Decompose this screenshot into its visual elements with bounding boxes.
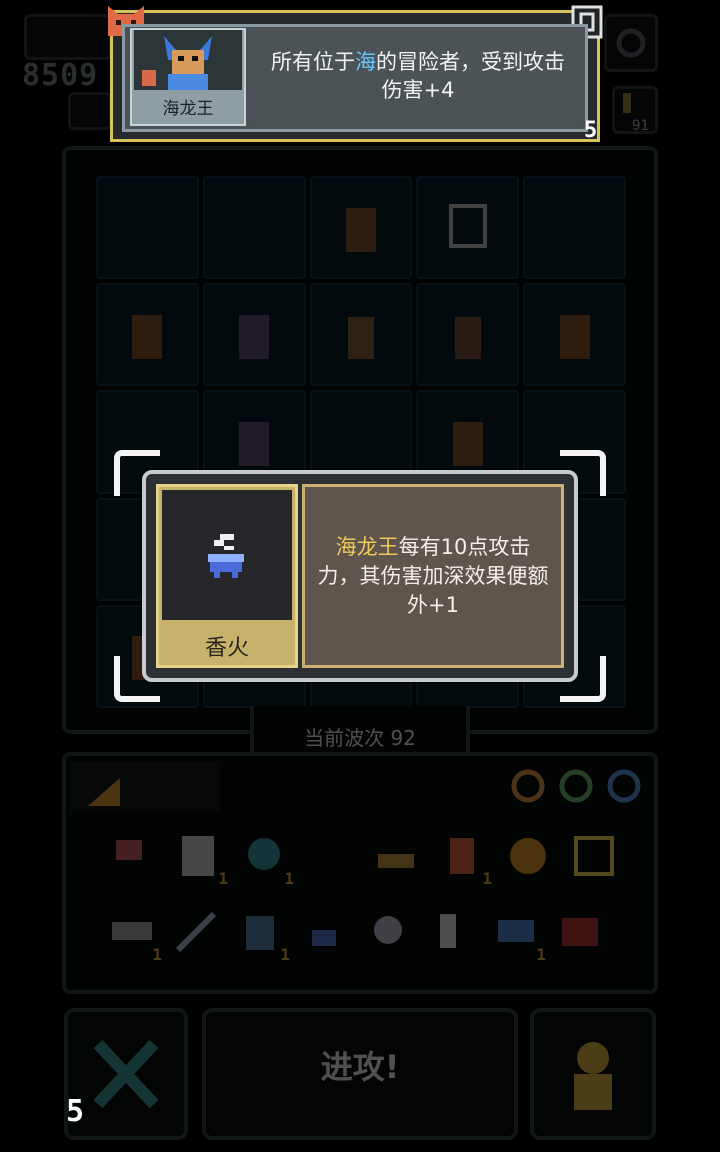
blue-orb-icon[interactable]: [604, 766, 644, 806]
gear-coin-icon: [510, 838, 546, 874]
keyword-hero: 海龙王: [335, 534, 399, 559]
board-cell[interactable]: [523, 283, 626, 387]
sea-dragon-icon: [239, 421, 270, 466]
anvil-icon: [112, 922, 152, 940]
score-counter: 8509: [22, 58, 99, 93]
wave-label: 当前波次 92: [304, 726, 416, 750]
hero-description: 所有位于海的冒险者，受到攻击伤害+4: [254, 30, 582, 122]
skull-icon: [374, 916, 402, 944]
inventory-item[interactable]: 1: [172, 830, 228, 888]
turns-left-badge: 5: [66, 1094, 85, 1129]
pawn-icon: [574, 1042, 612, 1110]
adventurer-icon: [454, 316, 481, 359]
close-icon: [93, 1039, 159, 1109]
board-cell[interactable]: [202, 176, 306, 280]
board-cell[interactable]: [416, 283, 520, 387]
green-orb-icon[interactable]: [556, 766, 596, 806]
board-cell[interactable]: [202, 283, 306, 387]
inventory-item[interactable]: 1: [490, 906, 546, 964]
sea-dragon-icon: [239, 314, 270, 359]
inventory-item[interactable]: [502, 830, 554, 882]
keyword-sea: 海: [355, 50, 376, 74]
board-cell[interactable]: [96, 283, 199, 387]
inventory-item[interactable]: [554, 906, 606, 958]
inventory-row-2: 1 1 1: [106, 906, 606, 964]
inventory-item[interactable]: [370, 830, 422, 882]
ship-icon: [378, 854, 414, 868]
inventory-item[interactable]: [170, 906, 222, 958]
hero-name: 海龙王: [162, 99, 214, 119]
board-cell[interactable]: [523, 176, 626, 280]
monster-icon: [132, 314, 163, 359]
item-description: 海龙王每有10点攻击力，其伤害加深效果便额外+1: [302, 484, 564, 668]
sword-icon: [175, 911, 217, 953]
inventory-tab[interactable]: [70, 762, 220, 812]
warrior-icon: [450, 838, 474, 874]
axe-icon: [116, 840, 142, 860]
inventory-item[interactable]: [568, 830, 620, 882]
fish-icon: [498, 920, 534, 942]
inventory-row-1: 1 1 1: [106, 830, 620, 888]
monster-icon: [559, 314, 590, 359]
red-orb-icon[interactable]: [508, 766, 548, 806]
warrior-icon: [347, 316, 374, 359]
inventory-item[interactable]: [298, 906, 350, 958]
chest-icon: [562, 918, 598, 946]
cheese-icon: [88, 778, 120, 806]
incense-icon: [208, 534, 244, 578]
monster-icon: [345, 207, 376, 252]
hero-portrait-slot[interactable]: [24, 14, 112, 60]
settings-button[interactable]: [604, 14, 658, 72]
skill-slot[interactable]: [68, 92, 112, 130]
hero-level-badge: 5: [584, 118, 598, 143]
pagoda-icon: [246, 916, 274, 950]
monster-icon: [452, 421, 483, 466]
board-cell[interactable]: [96, 176, 199, 280]
gear-icon: [616, 28, 646, 58]
remaining-count: 91: [632, 118, 649, 134]
scroll-icon: [182, 836, 214, 876]
board-cell[interactable]: [309, 283, 413, 387]
resource-orbs: [508, 766, 648, 808]
sea-dragon-king-icon: [134, 30, 242, 90]
inventory-item[interactable]: 1: [238, 830, 294, 888]
inventory-item[interactable]: [362, 906, 414, 958]
boot-icon: [440, 914, 456, 948]
attack-label: 进攻!: [320, 1048, 400, 1086]
inventory-item[interactable]: [426, 906, 478, 958]
totem-icon: [448, 203, 487, 248]
board-cell[interactable]: [416, 176, 520, 280]
inventory-item[interactable]: 1: [234, 906, 290, 964]
wings-icon: [574, 836, 614, 876]
attack-button[interactable]: 进攻!: [202, 1008, 518, 1140]
item-art: [162, 490, 292, 620]
inventory-item[interactable]: [106, 830, 158, 882]
character-button[interactable]: [530, 1008, 656, 1140]
incense-icon: [312, 930, 336, 946]
inventory-item[interactable]: 1: [436, 830, 492, 888]
heart-gem-icon: [248, 838, 280, 870]
inventory-item[interactable]: 1: [106, 906, 162, 964]
item-name: 香火: [204, 636, 249, 661]
board-cell[interactable]: [309, 176, 413, 280]
key-icon: [623, 93, 631, 113]
